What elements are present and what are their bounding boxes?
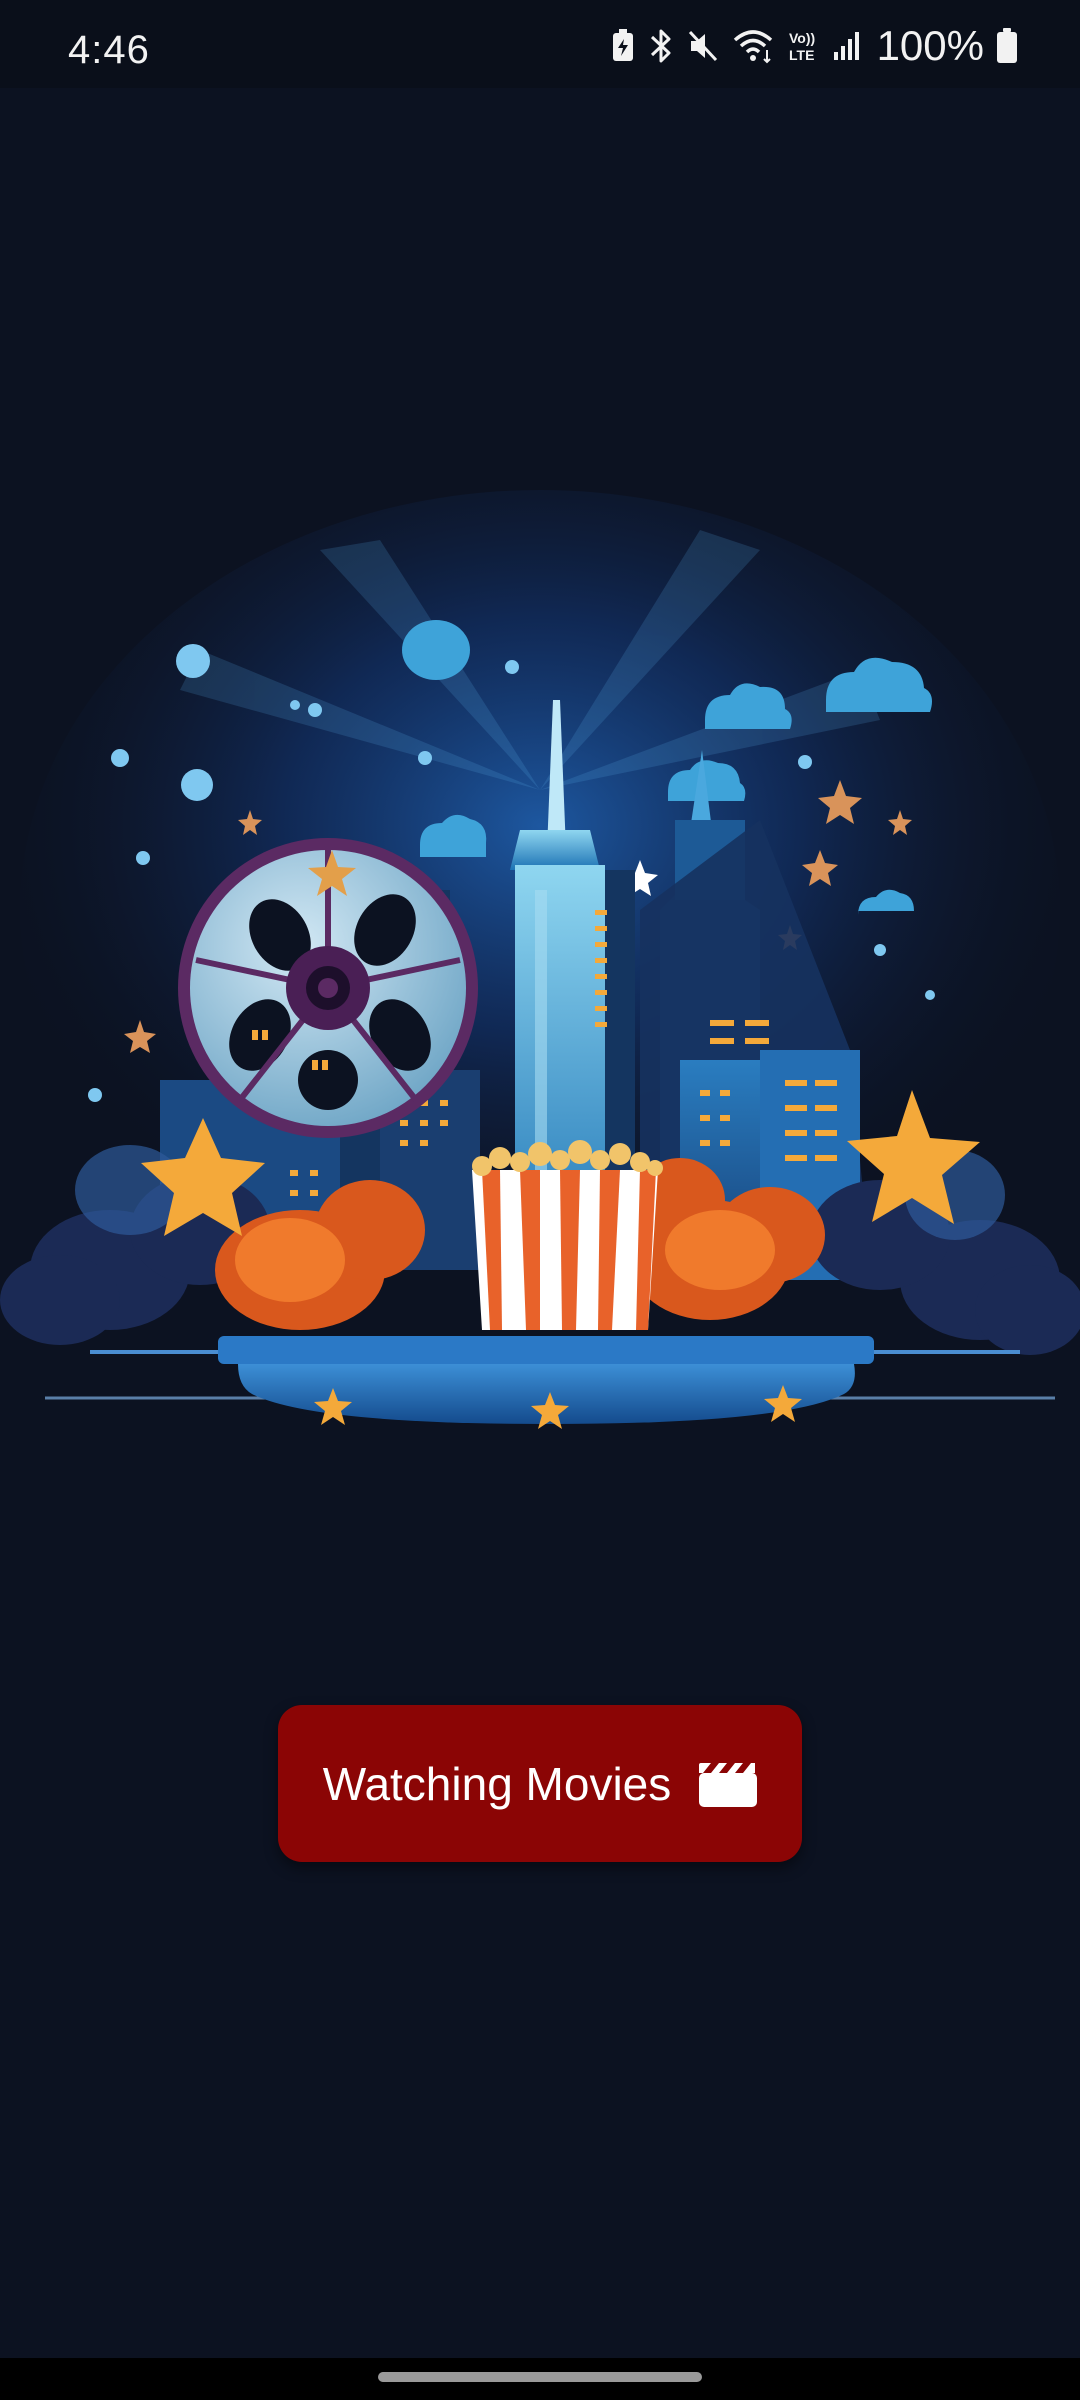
signal-icon: [833, 30, 861, 62]
watching-movies-label: Watching Movies: [322, 1757, 672, 1810]
watching-movies-button[interactable]: Watching Movies: [278, 1705, 802, 1862]
status-icons: Vo)) LTE 100%: [611, 22, 1018, 69]
status-time: 4:46: [68, 28, 150, 72]
bluetooth-icon: [647, 28, 675, 64]
volte-icon: Vo)) LTE: [787, 28, 821, 64]
wifi-icon: [731, 28, 775, 64]
cinema-city-illustration: [0, 490, 1080, 1570]
svg-text:Vo)): Vo)): [789, 30, 815, 46]
status-bar: 4:46 Vo)) LTE 100%: [0, 0, 1080, 88]
screen: 4:46 Vo)) LTE 100% Watching Movies: [0, 0, 1080, 2400]
battery-saver-icon: [611, 29, 635, 63]
battery-percent: 100%: [876, 22, 984, 69]
clapperboard-icon: [699, 1761, 758, 1807]
battery-icon: [996, 28, 1018, 64]
mute-icon: [687, 29, 719, 63]
home-gesture-handle[interactable]: [378, 2372, 702, 2382]
svg-text:LTE: LTE: [789, 47, 814, 63]
